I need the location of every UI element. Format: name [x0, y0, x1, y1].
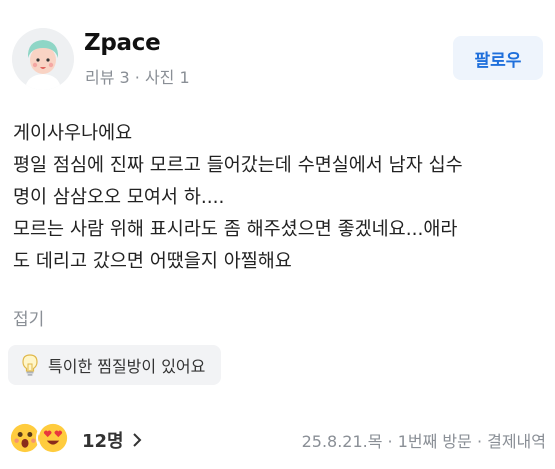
- review-line: 게이사우나에요: [13, 123, 133, 144]
- avatar-illustration-icon: [12, 28, 74, 90]
- follow-button[interactable]: 팔로우: [453, 36, 543, 80]
- reaction-icons[interactable]: [8, 418, 74, 458]
- reaction-count[interactable]: 12명: [82, 427, 142, 453]
- lightbulb-icon: [20, 353, 40, 377]
- heart-eyes-face-icon: [36, 421, 70, 455]
- reviewer-header: Zpace 리뷰 3 · 사진 1 팔로우: [12, 26, 543, 90]
- chevron-right-icon: [132, 432, 142, 453]
- reaction-count-label: 12명: [82, 431, 124, 452]
- avatar[interactable]: [12, 28, 74, 90]
- review-line: 도 데리고 갔으면 어땠을지 아찔해요: [13, 251, 292, 272]
- keyword-tag-label: 특이한 찜질방이 있어요: [48, 357, 206, 376]
- review-footer: 12명 25.8.21.목 · 1번째 방문 · 결제내역: [8, 418, 546, 458]
- review-line: 평일 점심에 진짜 모르고 들어갔는데 수면실에서 남자 십수: [13, 155, 463, 176]
- review-line: 명이 삼삼오오 모여서 하....: [13, 187, 225, 208]
- collapse-button[interactable]: 접기: [13, 305, 44, 330]
- review-line: 모르는 사람 위해 표시라도 좀 해주셨으면 좋겠네요...애라: [13, 219, 458, 240]
- visit-meta: 25.8.21.목 · 1번째 방문 · 결제내역: [301, 432, 546, 451]
- reviewer-stats: 리뷰 3 · 사진 1: [85, 68, 190, 87]
- keyword-tag[interactable]: 특이한 찜질방이 있어요: [8, 345, 222, 385]
- reviewer-name[interactable]: Zpace: [84, 30, 161, 56]
- review-text: 게이사우나에요 평일 점심에 진짜 모르고 들어갔는데 수면실에서 남자 십수 …: [13, 118, 548, 278]
